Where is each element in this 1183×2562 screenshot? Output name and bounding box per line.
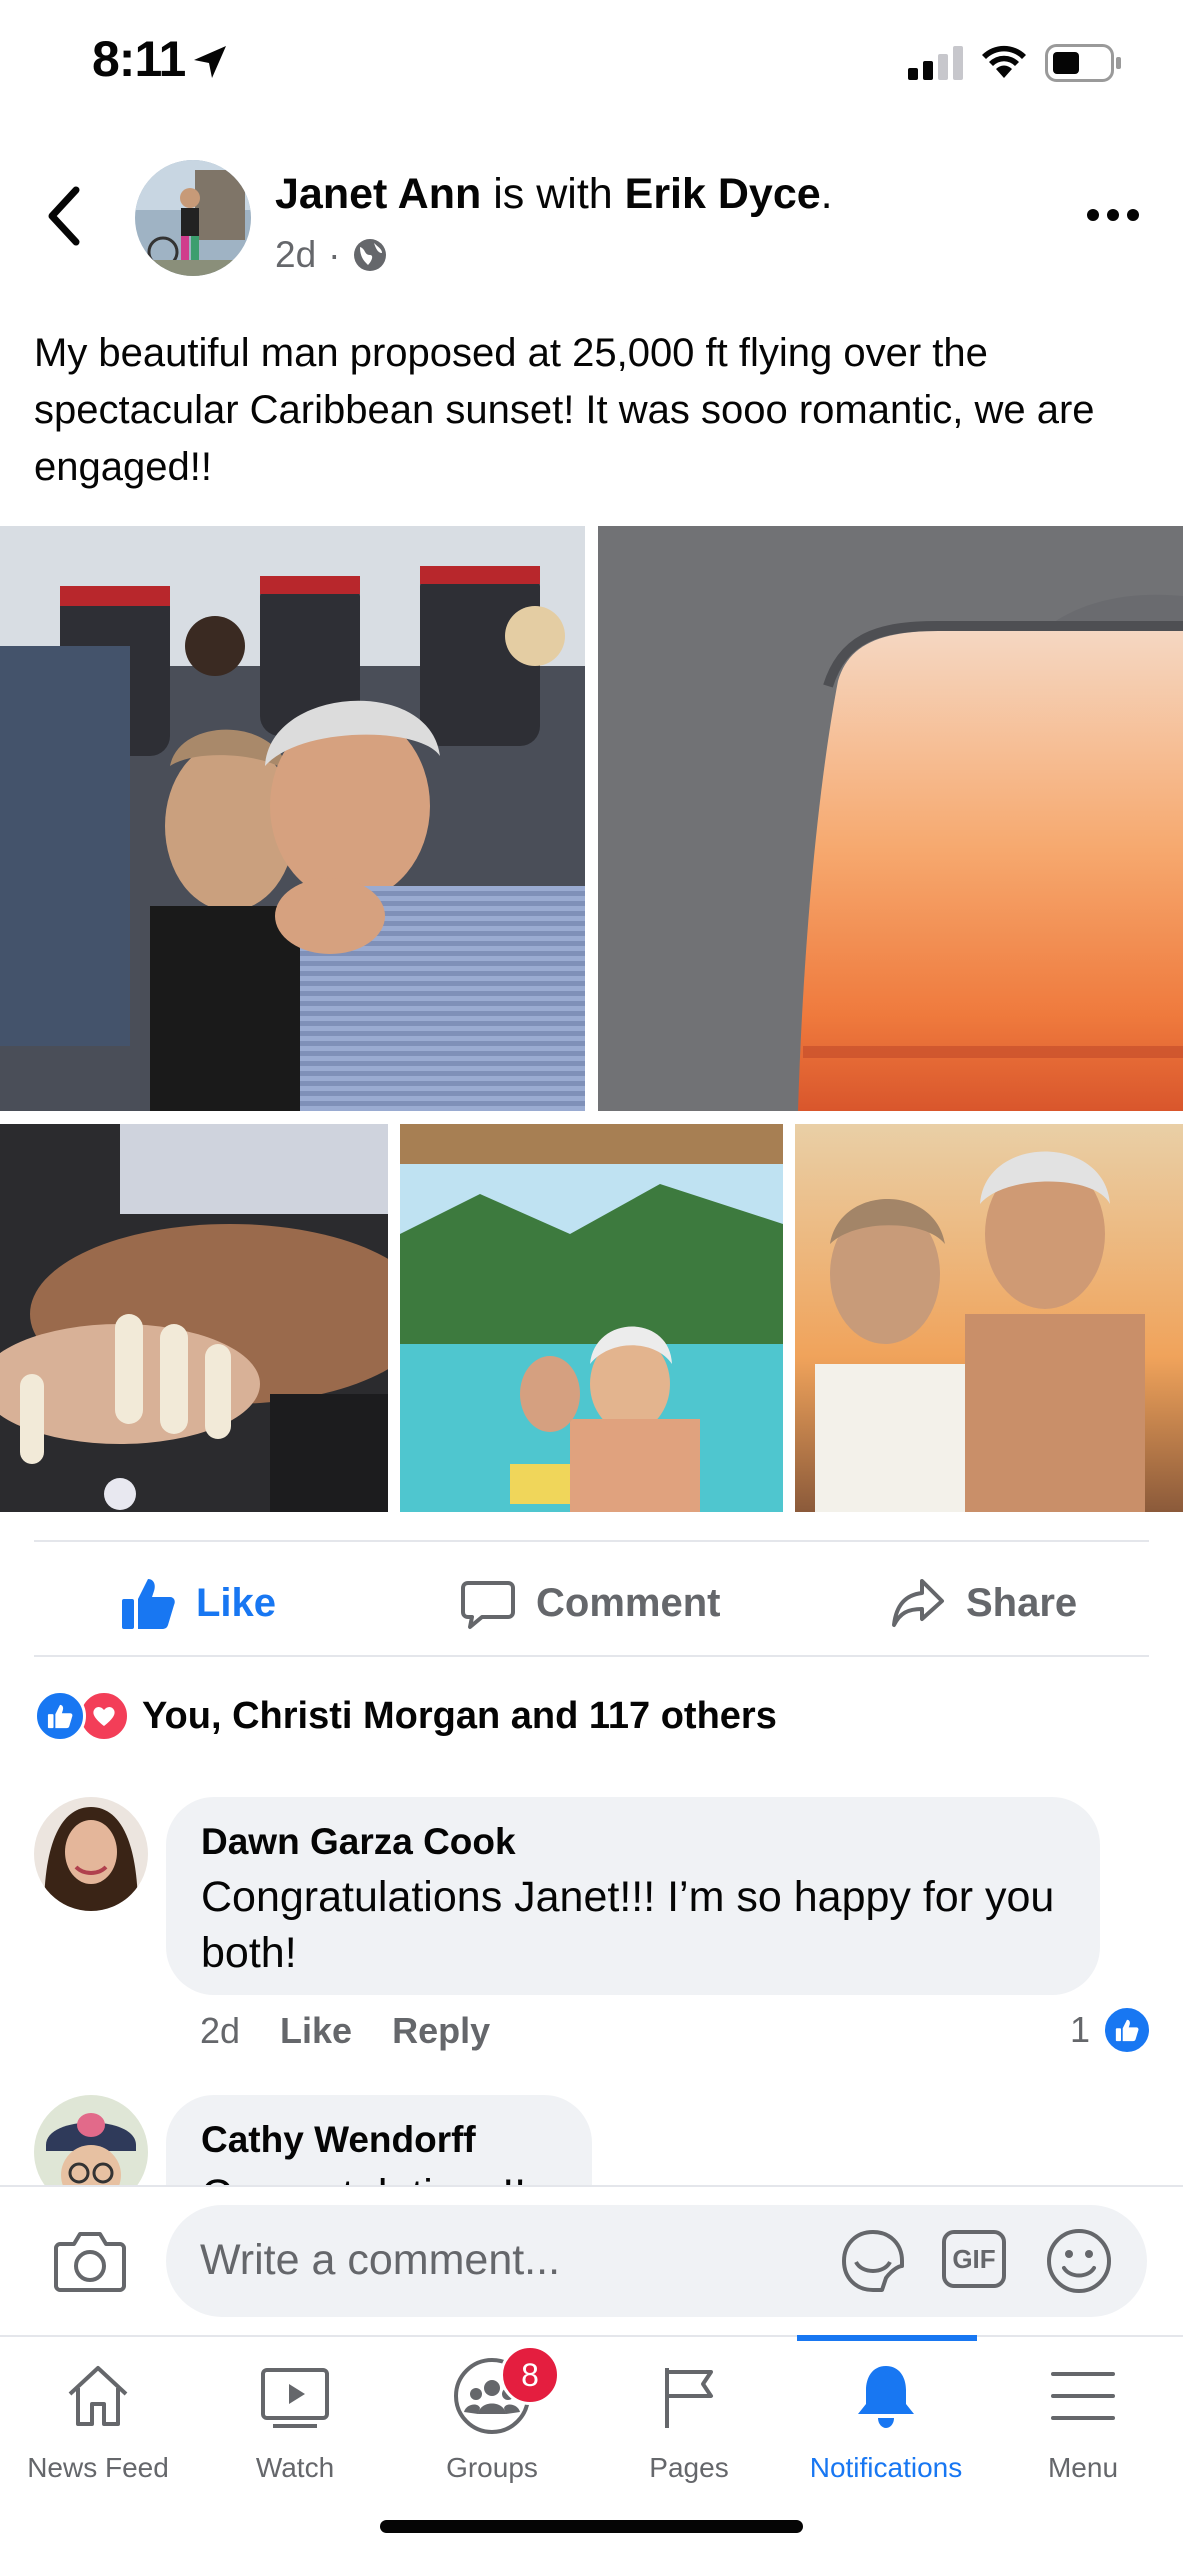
video-play-icon (261, 2368, 329, 2428)
comment-meta: 2d Like Reply (200, 2010, 490, 2052)
post-time[interactable]: 2d (275, 234, 316, 276)
photo-tropical-bay[interactable] (400, 1124, 783, 1512)
comment-text: Congratulations Janet!!! I’m so happy fo… (201, 1873, 1055, 1977)
sticker-icon[interactable] (838, 2226, 908, 2296)
tagged-name[interactable]: Erik Dyce (625, 170, 821, 218)
tab-label-groups: Groups (446, 2452, 538, 2483)
comment-placeholder: Write a comment... (200, 2236, 561, 2284)
like-reaction-icon (34, 1690, 86, 1742)
tab-label-watch: Watch (255, 2452, 335, 2483)
post-meta: 2d · (275, 234, 388, 276)
tab-label-menu: Menu (1047, 2452, 1119, 2483)
tab-menu[interactable]: Menu (985, 2350, 1181, 2490)
share-label: Share (966, 1580, 1078, 1625)
wifi-icon (982, 45, 1026, 78)
photo-couple-on-plane[interactable] (0, 526, 585, 1111)
meta-dot: · (328, 234, 341, 275)
commenter-avatar[interactable] (34, 1797, 148, 1911)
tab-watch[interactable]: Watch (197, 2350, 393, 2490)
post-text: My beautiful man proposed at 25,000 ft f… (34, 331, 1095, 489)
flag-icon (665, 2368, 713, 2428)
comment-like-count-text: 1 (1070, 2009, 1091, 2050)
comment-like-button[interactable]: Like (280, 2010, 352, 2052)
globe-icon (354, 239, 387, 271)
groups-badge: 8 (500, 2345, 560, 2405)
tab-label-news-feed: News Feed (27, 2452, 169, 2483)
comment-like-count[interactable]: 1 (1070, 2005, 1153, 2055)
hamburger-menu-icon (1051, 2372, 1115, 2420)
commenter-name[interactable]: Dawn Garza Cook (201, 1821, 1071, 1863)
comment-icon (461, 1581, 515, 1629)
author-avatar[interactable] (135, 160, 251, 276)
comment-button[interactable]: Comment (460, 1570, 720, 1636)
location-arrow-icon (194, 46, 226, 78)
like-label: Like (196, 1580, 277, 1625)
tab-notifications[interactable]: Notifications (788, 2350, 984, 2490)
reaction-summary[interactable]: You, Christi Morgan and 117 others (34, 1690, 777, 1742)
photo-ring-hands[interactable] (0, 1124, 388, 1512)
camera-icon[interactable] (54, 2228, 126, 2292)
home-indicator[interactable] (380, 2520, 803, 2533)
signal-icon (908, 46, 963, 80)
tab-news-feed[interactable]: News Feed (0, 2350, 196, 2490)
gif-label: GIF (952, 2243, 996, 2274)
tab-pages[interactable]: Pages (591, 2350, 787, 2490)
tab-label-notifications: Notifications (809, 2452, 963, 2483)
post-author-line: Janet Ann is with Erik Dyce. (275, 170, 833, 219)
period: . (820, 170, 833, 218)
comment-time: 2d (200, 2010, 241, 2051)
more-options-icon[interactable] (1085, 195, 1141, 235)
with-text: is with (481, 170, 625, 218)
tab-label-pages: Pages (649, 2452, 729, 2483)
author-name[interactable]: Janet Ann (275, 170, 481, 218)
divider-top (34, 1540, 1149, 1542)
share-icon (892, 1579, 944, 1627)
gif-button[interactable]: GIF (942, 2230, 1006, 2288)
groups-badge-count: 8 (521, 2356, 539, 2393)
status-time: 8:11 (92, 31, 186, 87)
divider-bottom (34, 1655, 1149, 1657)
emoji-icon[interactable] (1044, 2226, 1114, 2296)
comment-bubble[interactable]: Dawn Garza Cook Congratulations Janet!!!… (166, 1797, 1100, 1995)
like-button[interactable]: Like (120, 1570, 276, 1636)
back-chevron-icon[interactable] (40, 180, 92, 252)
tab-groups[interactable]: Groups (394, 2350, 590, 2490)
bell-icon (858, 2366, 914, 2428)
battery-icon (1045, 44, 1121, 82)
active-tab-indicator (797, 2335, 977, 2341)
commenter-name-2[interactable]: Cathy Wendorff (201, 2119, 581, 2161)
comment-like-icon (1102, 2005, 1153, 2055)
thumbs-up-icon (122, 1579, 175, 1629)
reaction-summary-text: You, Christi Morgan and 117 others (142, 1694, 777, 1737)
home-icon (68, 2366, 128, 2426)
photo-couple-sunset-beach[interactable] (795, 1124, 1183, 1512)
comment-reply-button[interactable]: Reply (392, 2010, 490, 2052)
comment-label: Comment (536, 1580, 721, 1625)
photo-sunset-window[interactable] (598, 526, 1183, 1111)
share-button[interactable]: Share (890, 1570, 1077, 1636)
